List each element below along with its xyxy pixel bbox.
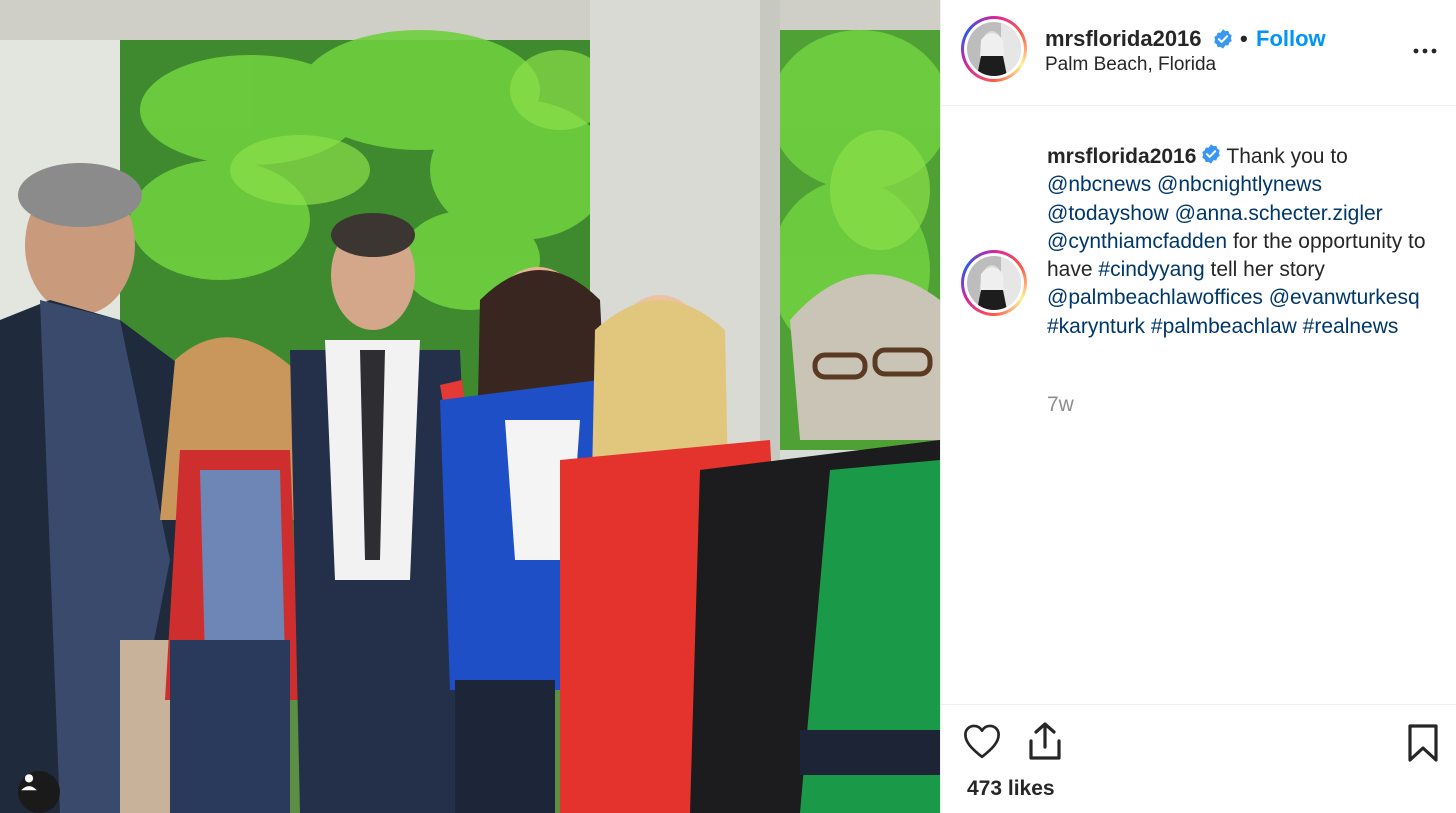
separator-dot: • <box>1240 26 1248 51</box>
post-timestamp[interactable]: 7w <box>1047 393 1074 417</box>
post-caption: mrsflorida2016 Thank you to @nbcnews @nb… <box>1047 143 1447 341</box>
likes-count[interactable]: 473 likes <box>967 777 1055 801</box>
heart-icon[interactable] <box>963 723 1001 759</box>
avatar-image <box>967 256 1021 310</box>
bookmark-icon[interactable] <box>1407 723 1439 763</box>
more-options-icon[interactable] <box>1410 36 1440 66</box>
location-link[interactable]: Palm Beach, Florida <box>1045 54 1216 76</box>
photo-illustration <box>0 0 940 813</box>
caption-text: Thank you to <box>1226 145 1348 168</box>
hashtag-link[interactable]: #realnews <box>1303 315 1399 338</box>
mention-link[interactable]: @todayshow <box>1047 202 1169 225</box>
mention-link[interactable]: @nbcnightlynews <box>1157 173 1322 196</box>
caption-username[interactable]: mrsflorida2016 <box>1047 145 1196 168</box>
mention-link[interactable]: @cynthiamcfadden <box>1047 230 1227 253</box>
avatar[interactable] <box>961 16 1027 82</box>
instagram-post: mrsflorida2016 • Follow Palm Beach, Flor… <box>0 0 1456 813</box>
header-username[interactable]: mrsflorida2016 <box>1045 26 1202 52</box>
mention-link[interactable]: @evanwturkesq <box>1269 286 1420 309</box>
hashtag-link[interactable]: #cindyyang <box>1098 258 1204 281</box>
share-icon[interactable] <box>1027 721 1063 761</box>
tag-people-button[interactable] <box>18 771 60 813</box>
post-sidebar: mrsflorida2016 • Follow Palm Beach, Flor… <box>940 0 1456 813</box>
post-header: mrsflorida2016 • Follow Palm Beach, Flor… <box>941 0 1456 106</box>
caption-avatar[interactable] <box>961 250 1027 316</box>
action-bar: 473 likes <box>941 704 1456 813</box>
post-photo[interactable] <box>0 0 940 813</box>
user-icon <box>21 774 37 791</box>
caption-text: tell her story <box>1210 258 1325 282</box>
mention-link[interactable]: @palmbeachlawoffices <box>1047 286 1263 309</box>
verified-badge-icon <box>1214 29 1232 49</box>
mention-link[interactable]: @nbcnews <box>1047 173 1151 196</box>
avatar-image <box>967 22 1021 76</box>
hashtag-link[interactable]: #palmbeachlaw <box>1151 315 1297 338</box>
follow-button[interactable]: Follow <box>1256 26 1326 52</box>
hashtag-link[interactable]: #karynturk <box>1047 315 1145 338</box>
verified-badge-icon <box>1202 144 1221 164</box>
mention-link[interactable]: @anna.schecter.zigler <box>1175 202 1383 225</box>
